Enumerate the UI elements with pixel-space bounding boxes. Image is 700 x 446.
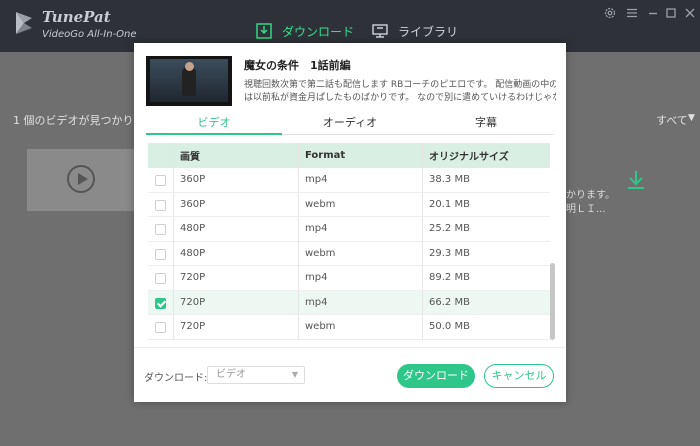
- row-quality: 360P: [174, 192, 299, 216]
- row-quality: 720P: [174, 315, 299, 339]
- download-type-value: ビデオ: [216, 369, 246, 380]
- row-format: webm: [299, 315, 423, 339]
- row-quality: 480P: [174, 241, 299, 265]
- footer-divider: [134, 347, 566, 348]
- row-size: 66.2 MB: [429, 296, 470, 308]
- video-description-fragment-2: 明ＬＩ...: [566, 204, 606, 215]
- video-description-line: は以前私が資金月ぱしたものばかりです。 なので別に遣めていけるわけじゃないので.…: [244, 93, 556, 103]
- gear-icon[interactable]: [603, 6, 617, 20]
- row-checkbox[interactable]: [155, 273, 166, 284]
- row-checkbox-cell: [148, 315, 174, 339]
- header-size: オリジナルサイズ: [429, 152, 509, 163]
- table-row[interactable]: 480P mp4 25.2 MB: [148, 217, 550, 242]
- row-quality: 360P: [174, 168, 299, 192]
- row-checkbox-cell: [148, 290, 174, 314]
- row-checkbox[interactable]: [155, 248, 166, 260]
- header-format: Format: [299, 143, 423, 168]
- row-size: 89.2 MB: [429, 272, 470, 284]
- minimize-icon[interactable]: [646, 6, 660, 20]
- row-checkbox-cell: [148, 192, 174, 216]
- tab-download-label: ダウンロード: [282, 24, 355, 39]
- video-title: 魔女の条件 1話前編: [244, 59, 351, 72]
- video-description: 視聴回数次第で第二話も配信します RBコーチのピエロです。 配信動画の中の攻略法…: [244, 79, 556, 105]
- maximize-icon[interactable]: [664, 6, 678, 20]
- row-checkbox[interactable]: [155, 175, 166, 186]
- row-format: mp4: [299, 168, 423, 192]
- table-row[interactable]: 360P webm 20.1 MB: [148, 192, 550, 217]
- row-size: 20.1 MB: [429, 198, 470, 210]
- chevron-down-icon: ▼: [291, 370, 298, 379]
- table-row[interactable]: 480P webm 29.3 MB: [148, 241, 550, 266]
- row-checkbox-cell: [148, 168, 174, 192]
- dialog-video-thumbnail: [146, 56, 232, 106]
- tab-audio[interactable]: オーディオ: [282, 114, 418, 135]
- table-row[interactable]: 720P mp4 89.2 MB: [148, 266, 550, 291]
- row-checkbox-cell: [148, 241, 174, 265]
- download-button[interactable]: ダウンロード: [397, 364, 475, 388]
- row-checkbox[interactable]: [155, 322, 166, 333]
- cancel-button[interactable]: キャンセル: [484, 364, 554, 388]
- format-table: 画質 Format オリジナルサイズ 360P mp4 38.3 MB 360P web…: [148, 143, 550, 340]
- play-icon[interactable]: [67, 165, 95, 193]
- header-checkbox-cell: [148, 143, 174, 168]
- download-tab-icon: [256, 23, 272, 39]
- header-quality: 画質: [174, 143, 299, 168]
- row-size: 50.0 MB: [429, 321, 470, 333]
- sort-chevron-icon: ▼: [688, 113, 695, 123]
- tab-library-label: ライブラリ: [398, 24, 459, 39]
- table-header: 画質 Format オリジナルサイズ: [148, 143, 550, 168]
- media-tabs: ビデオ オーディオ 字幕: [146, 114, 554, 135]
- row-format: webm: [299, 241, 423, 265]
- close-icon[interactable]: [683, 6, 697, 20]
- row-quality: 720P: [174, 266, 299, 290]
- row-checkbox[interactable]: [155, 224, 166, 235]
- brand-name: TunePat: [42, 8, 111, 26]
- table-row[interactable]: 720P mp4 66.2 MB: [148, 290, 550, 315]
- download-icon[interactable]: [624, 168, 648, 192]
- row-checkbox-cell: [148, 217, 174, 241]
- row-format: webm: [299, 192, 423, 216]
- row-quality: 480P: [174, 217, 299, 241]
- row-size: 25.2 MB: [429, 223, 470, 235]
- row-format: mp4: [299, 266, 423, 290]
- brand: TunePat VideoGo All-In-One: [42, 9, 137, 41]
- row-size: 29.3 MB: [429, 247, 470, 259]
- table-row[interactable]: 360P mp4 38.3 MB: [148, 168, 550, 193]
- video-description-fragment: かります。: [566, 190, 615, 201]
- sort-filter[interactable]: すべて: [656, 112, 688, 128]
- tab-video[interactable]: ビデオ: [146, 114, 282, 135]
- library-tab-icon: [372, 24, 388, 38]
- download-type-label: ダウンロード:: [144, 373, 208, 384]
- download-type-select[interactable]: ビデオ ▼: [207, 366, 305, 384]
- row-checkbox-cell: [148, 266, 174, 290]
- table-scrollbar-thumb[interactable]: [550, 263, 555, 340]
- row-format: mp4: [299, 217, 423, 241]
- menu-icon[interactable]: [625, 6, 639, 20]
- row-format: mp4: [299, 290, 423, 314]
- row-checkbox[interactable]: [155, 297, 166, 309]
- brand-subtitle: VideoGo All-In-One: [42, 29, 137, 40]
- row-size: 38.3 MB: [429, 174, 470, 186]
- table-row[interactable]: 720P webm 50.0 MB: [148, 315, 550, 340]
- tab-subtitles[interactable]: 字幕: [418, 114, 554, 135]
- row-quality: 720P: [174, 290, 299, 314]
- download-options-dialog: 魔女の条件 1話前編 視聴回数次第で第二話も配信します RBコーチのピエロです。…: [134, 43, 566, 402]
- row-checkbox[interactable]: [155, 199, 166, 211]
- tunepat-logo-icon: [16, 12, 32, 34]
- video-description-line: 視聴回数次第で第二話も配信します RBコーチのピエロです。 配信動画の中の攻略法: [244, 80, 556, 90]
